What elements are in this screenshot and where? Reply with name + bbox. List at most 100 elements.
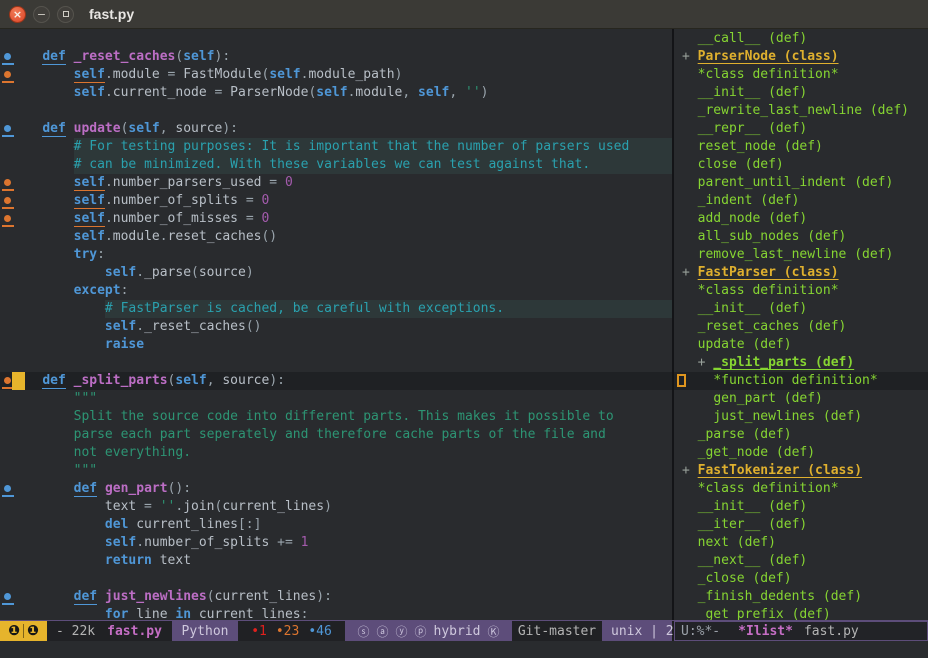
code-line-text: """	[11, 390, 97, 408]
outline-item[interactable]: _rewrite_last_newline (def)	[674, 102, 928, 120]
code-line-text: def update(self, source):	[11, 120, 238, 138]
code-line-text: except:	[11, 282, 128, 300]
outline-item[interactable]: close (def)	[674, 156, 928, 174]
outline-item[interactable]: __call__ (def)	[674, 30, 928, 48]
code-line[interactable]: self.module = FastModule(self.module_pat…	[0, 66, 672, 84]
outline-item[interactable]: + FastTokenizer (class)	[674, 462, 928, 480]
outline-item[interactable]: + ParserNode (class)	[674, 48, 928, 66]
outline-item[interactable]: remove_last_newline (def)	[674, 246, 928, 264]
outline-item[interactable]: __next__ (def)	[674, 552, 928, 570]
code-line[interactable]: del current_lines[:]	[0, 516, 672, 534]
outline-item-label: update (def)	[698, 337, 792, 352]
code-line[interactable]: def _split_parts(self, source):	[0, 372, 672, 390]
outline-item[interactable]: just_newlines (def)	[674, 408, 928, 426]
code-line-text: self.number_parsers_used = 0	[11, 174, 293, 192]
outline-item[interactable]: + FastParser (class)	[674, 264, 928, 282]
vcs-branch-segment[interactable]: Git-master	[512, 621, 602, 641]
code-buffer[interactable]: def _reset_caches(self): self.module = F…	[0, 29, 672, 620]
code-line[interactable]: """	[0, 462, 672, 480]
outline-item-label: close (def)	[698, 157, 784, 172]
code-line[interactable]: text = ''.join(current_lines)	[0, 498, 672, 516]
code-line-text: def just_newlines(current_lines):	[11, 588, 332, 606]
window-close-button[interactable]: ×	[9, 6, 26, 23]
code-line[interactable]: for line in current_lines:	[0, 606, 672, 620]
outline-item[interactable]: *class definition*	[674, 480, 928, 498]
outline-item[interactable]: __iter__ (def)	[674, 516, 928, 534]
code-line-text: self.module = FastModule(self.module_pat…	[11, 66, 402, 84]
segment-divider	[23, 624, 24, 638]
outline-item[interactable]: *class definition*	[674, 282, 928, 300]
outline-item[interactable]: __repr__ (def)	[674, 120, 928, 138]
code-line[interactable]: self.number_of_splits = 0	[0, 192, 672, 210]
code-line[interactable]: def _reset_caches(self):	[0, 48, 672, 66]
code-line[interactable]: self._reset_caches()	[0, 318, 672, 336]
code-line[interactable]: parse each part seperately and therefore…	[0, 426, 672, 444]
outline-item[interactable]: _parse (def)	[674, 426, 928, 444]
flycheck-fringe-info-icon	[4, 53, 11, 60]
code-line[interactable]: def just_newlines(current_lines):	[0, 588, 672, 606]
code-line-text: self.number_of_splits = 0	[11, 192, 269, 210]
minor-mode-y-icon: ⓨ	[396, 623, 408, 640]
code-line-text: # can be minimized. With these variables…	[11, 156, 590, 174]
outline-item-label: __iter__ (def)	[698, 517, 808, 532]
window-number-segment: ❶ ❶	[0, 621, 47, 641]
code-line[interactable]	[0, 354, 672, 372]
minor-modes-segment[interactable]: ⓢ ⓐ ⓨ ⓟ hybrid Ⓚ	[345, 621, 512, 641]
code-line[interactable]: """	[0, 390, 672, 408]
code-line[interactable]: self.module.reset_caches()	[0, 228, 672, 246]
outline-item[interactable]: + _split_parts (def)	[674, 354, 928, 372]
code-line[interactable]: except:	[0, 282, 672, 300]
flycheck-segment[interactable]: •1 •23 •46	[238, 621, 345, 641]
outline-item-label: all_sub_nodes (def)	[698, 229, 847, 244]
window-maximize-button[interactable]	[57, 6, 74, 23]
echo-area[interactable]	[0, 641, 928, 658]
code-line-text: # FastParser is cached, be careful with …	[11, 300, 504, 318]
outline-item[interactable]: _close (def)	[674, 570, 928, 588]
code-line[interactable]	[0, 102, 672, 120]
code-line[interactable]: self.number_of_misses = 0	[0, 210, 672, 228]
outline-item[interactable]: *function definition*	[674, 372, 928, 390]
buffer-info-segment[interactable]: - 22k fast.py	[47, 621, 172, 641]
outline-item[interactable]: gen_part (def)	[674, 390, 928, 408]
outline-item[interactable]: _indent (def)	[674, 192, 928, 210]
major-mode-segment[interactable]: Python	[172, 621, 238, 641]
flycheck-fringe-warning-icon	[4, 377, 11, 384]
outline-item[interactable]: update (def)	[674, 336, 928, 354]
code-line[interactable]: self._parse(source)	[0, 264, 672, 282]
outline-item[interactable]: _reset_caches (def)	[674, 318, 928, 336]
code-line[interactable]: # FastParser is cached, be careful with …	[0, 300, 672, 318]
outline-item-label: _get_node (def)	[698, 445, 815, 460]
outline-item[interactable]: _finish_dedents (def)	[674, 588, 928, 606]
code-line[interactable]: # For testing purposes: It is important …	[0, 138, 672, 156]
code-line[interactable]: def update(self, source):	[0, 120, 672, 138]
outline-item[interactable]: next (def)	[674, 534, 928, 552]
outline-item[interactable]: add_node (def)	[674, 210, 928, 228]
code-line[interactable]	[0, 570, 672, 588]
window-titlebar: × − fast.py	[0, 0, 928, 29]
outline-item[interactable]: __init__ (def)	[674, 84, 928, 102]
code-line[interactable]: # can be minimized. With these variables…	[0, 156, 672, 174]
code-line[interactable]: self.number_parsers_used = 0	[0, 174, 672, 192]
outline-item[interactable]: __init__ (def)	[674, 300, 928, 318]
outline-item[interactable]: __init__ (def)	[674, 498, 928, 516]
code-line[interactable]: self.current_node = ParserNode(self.modu…	[0, 84, 672, 102]
code-line[interactable]: self.number_of_splits += 1	[0, 534, 672, 552]
modeline: ❶ ❶ - 22k fast.py Python •1 •23 •46 ⓢ ⓐ …	[0, 620, 928, 641]
code-line[interactable]: def gen_part():	[0, 480, 672, 498]
outline-item-label: parent_until_indent (def)	[698, 175, 894, 190]
outline-item[interactable]: parent_until_indent (def)	[674, 174, 928, 192]
window-minimize-button[interactable]: −	[33, 6, 50, 23]
code-line[interactable]: Split the source code into different par…	[0, 408, 672, 426]
outline-item[interactable]: _get_prefix (def)	[674, 606, 928, 620]
outline-item[interactable]: *class definition*	[674, 66, 928, 84]
code-line-text: raise	[11, 336, 144, 354]
outline-item[interactable]: all_sub_nodes (def)	[674, 228, 928, 246]
code-line[interactable]: raise	[0, 336, 672, 354]
code-line[interactable]: not everything.	[0, 444, 672, 462]
code-line[interactable]: try:	[0, 246, 672, 264]
code-line-text: def _split_parts(self, source):	[11, 372, 285, 390]
outline-item[interactable]: reset_node (def)	[674, 138, 928, 156]
outline-item[interactable]: _get_node (def)	[674, 444, 928, 462]
code-line-text: not everything.	[11, 444, 191, 462]
code-line[interactable]: return text	[0, 552, 672, 570]
